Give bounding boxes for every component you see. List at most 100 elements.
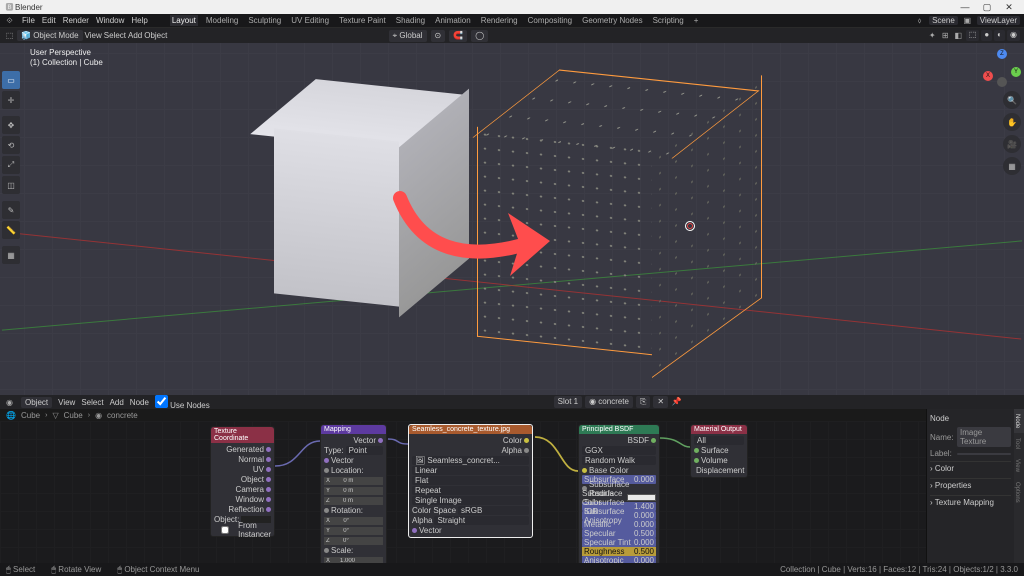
minimize-button[interactable]: — <box>954 2 976 12</box>
tool-rotate[interactable]: ⟲ <box>2 136 20 154</box>
viewport-right-controls: Z Y X 🔍 ✋ 🎥 ▦ <box>983 49 1021 175</box>
bsdf-metallic[interactable]: Metallic0.000 <box>582 520 656 529</box>
tab-options[interactable]: Options <box>1014 477 1024 508</box>
tab-texpaint[interactable]: Texture Paint <box>337 15 388 26</box>
tool-annotate[interactable]: ✎ <box>2 201 20 219</box>
editor-type-icon[interactable]: ◉ <box>4 397 15 408</box>
window-title: Blender <box>15 3 954 12</box>
pivot-selector[interactable]: ⊙ <box>431 30 446 42</box>
material-selector[interactable]: ◉ concrete <box>585 396 633 408</box>
node-name-field[interactable]: Image Texture <box>957 427 1011 447</box>
tab-script[interactable]: Scripting <box>651 15 686 26</box>
tool-addcube[interactable]: ▦ <box>2 246 20 264</box>
shading-matprev-icon[interactable]: ◐ <box>994 30 1005 41</box>
tool-select-box[interactable]: ▭ <box>2 71 20 89</box>
gizmo-toggle-icon[interactable]: ✦ <box>927 30 938 41</box>
bsdf-roughness[interactable]: Roughness0.500 <box>582 547 656 556</box>
shading-wire-icon[interactable]: ⬚ <box>966 30 980 41</box>
viewport-3d[interactable]: Options User Perspective(1) Collection |… <box>0 43 1024 395</box>
node-principled-bsdf[interactable]: Principled BSDF BSDF GGX Random Walk Bas… <box>578 424 660 563</box>
status-bar: 🖱 Select 🖱 Rotate View 🖱 Object Context … <box>0 563 1024 576</box>
shading-render-icon[interactable]: ◉ <box>1007 30 1020 41</box>
status-rotate: 🖱 Rotate View <box>51 565 101 575</box>
bsdf-subsurface-anisotropy[interactable]: Subsurface Anisotropy0.000 <box>582 511 656 520</box>
orientation-selector[interactable]: ⌖ Global <box>389 30 427 42</box>
menu-window[interactable]: Window <box>96 16 124 25</box>
use-nodes-checkbox[interactable]: Use Nodes <box>155 395 210 410</box>
tab-comp[interactable]: Compositing <box>526 15 574 26</box>
shader-header: ◉ Object View Select Add Node Use Nodes … <box>0 395 1024 409</box>
persp-button[interactable]: ▦ <box>1003 157 1021 175</box>
panel-color[interactable]: Color <box>935 464 954 473</box>
tab-add[interactable]: + <box>692 15 701 26</box>
menu-file[interactable]: File <box>22 16 35 25</box>
tab-uv[interactable]: UV Editing <box>289 15 331 26</box>
nav-gizmo[interactable]: Z Y X <box>983 49 1021 87</box>
pin-icon[interactable]: 📌 <box>671 396 682 407</box>
menu-edit[interactable]: Edit <box>42 16 56 25</box>
close-button[interactable]: ✕ <box>998 2 1020 13</box>
node-canvas[interactable]: Texture Coordinate Generated Normal UV O… <box>0 421 926 563</box>
hdr-object[interactable]: Object <box>144 31 167 40</box>
xray-icon[interactable]: ◧ <box>953 30 964 41</box>
tool-cursor[interactable]: ✛ <box>2 91 20 109</box>
hdr-view[interactable]: View <box>85 31 102 40</box>
shader-type-selector[interactable]: Object <box>21 397 52 408</box>
editor-type-icon[interactable]: ⬚ <box>4 30 15 41</box>
overlay-toggle-icon[interactable]: ⊞ <box>940 30 951 41</box>
tab-tool[interactable]: Tool <box>1014 433 1024 454</box>
ne-add[interactable]: Add <box>110 398 124 407</box>
hdr-add[interactable]: Add <box>128 31 142 40</box>
zoom-button[interactable]: 🔍 <box>1003 91 1021 109</box>
node-image-texture[interactable]: Seamless_concrete_texture.jpg Color Alph… <box>408 424 533 538</box>
tool-move[interactable]: ✥ <box>2 116 20 134</box>
breadcrumb: 🌐 Cube › ▽ Cube › ◉ concrete <box>0 409 1024 421</box>
tool-measure[interactable]: 📏 <box>2 221 20 239</box>
tab-anim[interactable]: Animation <box>433 15 473 26</box>
snap-toggle[interactable]: 🧲 <box>449 30 467 42</box>
tab-geonodes[interactable]: Geometry Nodes <box>580 15 644 26</box>
node-label-field[interactable] <box>957 453 1011 455</box>
tab-layout[interactable]: Layout <box>170 15 198 26</box>
mode-selector[interactable]: 🧊 Object Mode <box>17 30 83 41</box>
panel-texmapping[interactable]: Texture Mapping <box>935 498 994 507</box>
ne-node[interactable]: Node <box>130 398 149 407</box>
blender-icon: ⟐ <box>4 15 15 26</box>
ne-select[interactable]: Select <box>81 398 103 407</box>
tool-scale[interactable]: ⤢ <box>2 156 20 174</box>
node-material-output[interactable]: Material Output All Surface Volume Displ… <box>690 424 748 478</box>
tab-node[interactable]: Node <box>1014 409 1024 433</box>
slot-selector[interactable]: Slot 1 <box>554 396 582 408</box>
scene-selector[interactable]: Scene <box>929 16 958 25</box>
bc-mesh[interactable]: Cube <box>64 411 83 420</box>
tab-modeling[interactable]: Modeling <box>204 15 240 26</box>
menu-render[interactable]: Render <box>63 16 89 25</box>
ne-view[interactable]: View <box>58 398 75 407</box>
menu-help[interactable]: Help <box>131 16 147 25</box>
bc-material[interactable]: concrete <box>107 411 138 420</box>
viewport-header: ⬚ 🧊 Object Mode View Select Add Object ⌖… <box>0 28 1024 43</box>
material-unlink-icon[interactable]: ✕ <box>653 396 668 408</box>
cursor-3d-icon <box>682 218 698 234</box>
bc-object[interactable]: Cube <box>21 411 40 420</box>
tool-transform[interactable]: ◫ <box>2 176 20 194</box>
status-ctx: 🖱 Object Context Menu <box>117 565 199 575</box>
node-mapping[interactable]: Mapping Vector Type:Point Vector Locatio… <box>320 424 387 563</box>
viewlayer-selector[interactable]: ViewLayer <box>977 16 1020 25</box>
maximize-button[interactable]: ▢ <box>976 2 998 13</box>
tab-view[interactable]: View <box>1014 454 1024 477</box>
tab-sculpting[interactable]: Sculpting <box>246 15 283 26</box>
pan-button[interactable]: ✋ <box>1003 113 1021 131</box>
hdr-select[interactable]: Select <box>104 31 126 40</box>
bsdf-specular[interactable]: Specular0.500 <box>582 529 656 538</box>
bsdf-specular-tint[interactable]: Specular Tint0.000 <box>582 538 656 547</box>
node-texture-coordinate[interactable]: Texture Coordinate Generated Normal UV O… <box>210 426 275 537</box>
tab-shading[interactable]: Shading <box>394 15 427 26</box>
status-stats: Collection | Cube | Verts:16 | Faces:12 … <box>780 565 1018 574</box>
camera-button[interactable]: 🎥 <box>1003 135 1021 153</box>
shading-solid-icon[interactable]: ● <box>981 30 992 41</box>
proportional-toggle[interactable]: ◯ <box>471 30 488 42</box>
panel-properties[interactable]: Properties <box>935 481 971 490</box>
material-new-icon[interactable]: ⎘ <box>636 396 650 408</box>
tab-render[interactable]: Rendering <box>479 15 520 26</box>
